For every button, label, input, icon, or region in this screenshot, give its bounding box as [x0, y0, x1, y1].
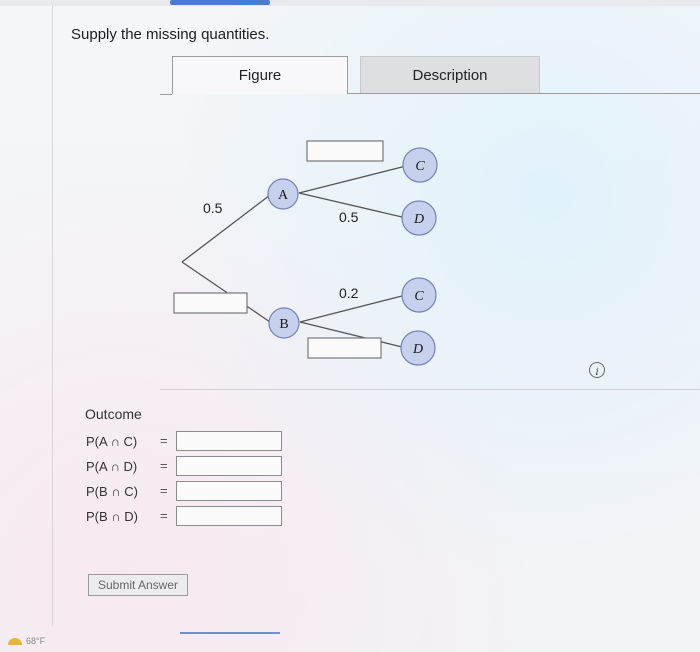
- screen: Supply the missing quantities. Figure De…: [0, 0, 700, 652]
- outcome-label: P(B ∩ C): [86, 483, 138, 499]
- prob-label-b-c: 0.2: [339, 285, 359, 301]
- node-a-c-label: C: [415, 159, 425, 174]
- outcome-row-a-c: P(A ∩ C) =: [86, 431, 168, 451]
- sun-icon: [8, 638, 22, 646]
- equals-sign: =: [160, 508, 168, 523]
- outcome-label: P(A ∩ C): [86, 433, 138, 449]
- outcome-label: P(B ∩ D): [86, 508, 138, 524]
- probability-tree: 0.5 0.5 0.2 A B C D C D: [173, 140, 438, 366]
- outcome-heading: Outcome: [85, 406, 142, 422]
- prob-label-a: 0.5: [203, 200, 223, 216]
- equals-sign: =: [160, 458, 168, 473]
- submit-answer-button[interactable]: Submit Answer: [88, 574, 188, 596]
- prob-label-a-d: 0.5: [339, 209, 359, 225]
- node-b-c-label: C: [414, 289, 424, 304]
- info-icon[interactable]: i: [589, 362, 605, 378]
- blank-b-to-d[interactable]: [307, 337, 382, 359]
- temperature-readout: 68°F: [26, 636, 46, 646]
- node-b-d-label: D: [412, 342, 423, 357]
- node-a-d-label: D: [413, 212, 424, 227]
- outcome-label: P(A ∩ D): [86, 458, 138, 474]
- outcome-row-a-d: P(A ∩ D) =: [86, 456, 168, 476]
- node-a-label: A: [278, 188, 289, 203]
- blank-a-to-c[interactable]: [306, 140, 384, 162]
- equals-sign: =: [160, 483, 168, 498]
- equals-sign: =: [160, 433, 168, 448]
- answer-input-a-d[interactable]: [176, 456, 282, 476]
- section-divider: [160, 389, 700, 390]
- node-b-label: B: [279, 317, 288, 332]
- outcome-row-b-d: P(B ∩ D) =: [86, 506, 168, 526]
- answer-input-a-c[interactable]: [176, 431, 282, 451]
- answer-input-b-c[interactable]: [176, 481, 282, 501]
- taskbar-weather[interactable]: 68°F: [8, 636, 45, 646]
- branch-root-to-a: [181, 194, 271, 263]
- outcome-row-b-c: P(B ∩ C) =: [86, 481, 168, 501]
- answer-input-b-d[interactable]: [176, 506, 282, 526]
- branch-a-to-c: [298, 165, 407, 194]
- blank-root-to-b[interactable]: [173, 292, 248, 314]
- bottom-scroll-indicator: [180, 632, 280, 634]
